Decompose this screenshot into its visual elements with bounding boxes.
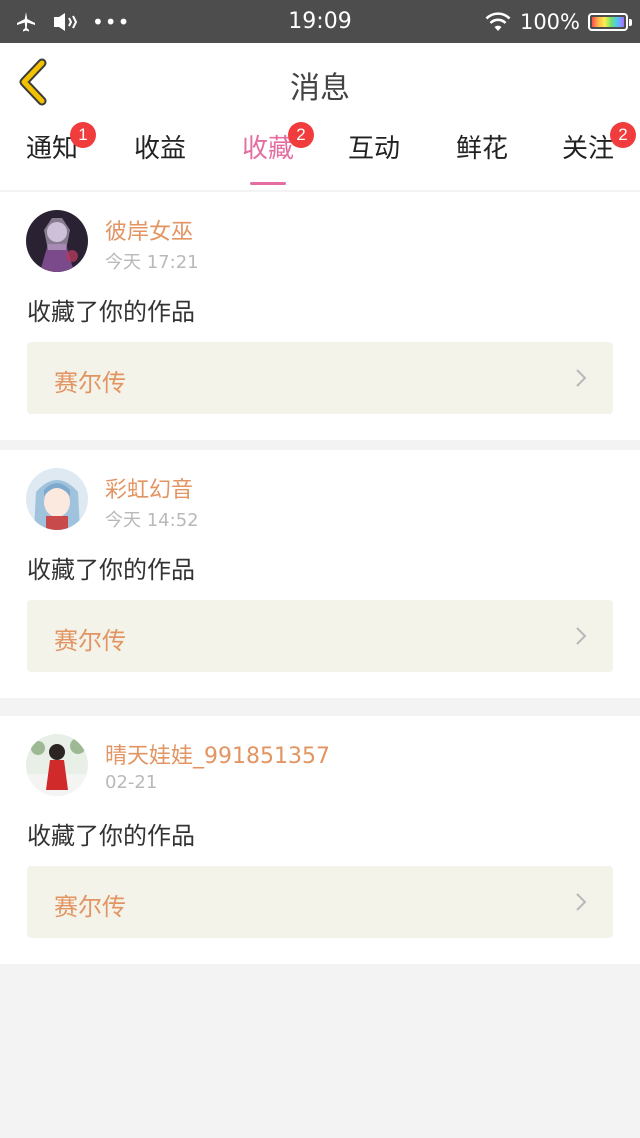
work-title: 赛尔传: [54, 369, 126, 397]
avatar[interactable]: [26, 734, 88, 796]
wifi-icon: [485, 11, 511, 31]
username[interactable]: 彩虹幻音: [105, 472, 193, 504]
tab-label: 鲜花: [456, 134, 509, 164]
username[interactable]: 晴天娃娃_991851357: [105, 738, 330, 770]
page-title: 消息: [290, 71, 350, 106]
tab-flowers[interactable]: 鲜花: [456, 130, 508, 180]
tab-bar: 通知 1 收益 收藏 2 互动 鲜花 关注 2: [0, 120, 640, 190]
tab-earnings[interactable]: 收益: [134, 130, 186, 180]
airplane-mode-icon: [17, 11, 35, 31]
tab-follows[interactable]: 关注 2: [562, 122, 636, 180]
work-title: 赛尔传: [54, 627, 126, 655]
message-card: 彩虹幻音 今天 14:52 收藏了你的作品 赛尔传: [0, 450, 640, 698]
timestamp: 今天 17:21: [105, 252, 199, 273]
unread-badge: 1: [70, 122, 96, 148]
battery-level: [592, 16, 624, 27]
work-link[interactable]: 赛尔传: [27, 866, 613, 938]
avatar-image: [26, 734, 88, 796]
work-link[interactable]: 赛尔传: [27, 342, 613, 414]
avatar[interactable]: [26, 468, 88, 530]
status-bar: ••• 19:09 100%: [0, 0, 640, 43]
status-right: 100%: [484, 10, 640, 34]
tab-label: 收益: [134, 134, 187, 164]
active-tab-indicator: [250, 182, 286, 185]
avatar[interactable]: [26, 210, 88, 272]
tab-label: 互动: [348, 134, 401, 164]
unread-badge: 2: [610, 122, 636, 148]
timestamp: 今天 14:52: [105, 510, 199, 531]
chevron-right-icon: [576, 893, 587, 911]
username[interactable]: 彼岸女巫: [105, 214, 193, 246]
vibrate-mode-icon: [54, 12, 78, 31]
tab-favorites[interactable]: 收藏 2: [242, 122, 314, 185]
chevron-right-icon: [576, 369, 587, 387]
action-text: 收藏了你的作品: [27, 298, 195, 326]
action-text: 收藏了你的作品: [27, 556, 195, 584]
timestamp: 02-21: [105, 772, 158, 793]
avatar-image: [26, 468, 88, 530]
battery-percent: 100%: [519, 9, 580, 34]
chevron-right-icon: [576, 627, 587, 645]
message-card: 晴天娃娃_991851357 02-21 收藏了你的作品 赛尔传: [0, 716, 640, 964]
status-left: •••: [0, 10, 130, 34]
tab-label: 收藏: [242, 134, 295, 164]
work-title: 赛尔传: [54, 893, 126, 921]
more-notifications-icon: •••: [92, 9, 131, 34]
avatar-image: [26, 210, 88, 272]
tab-interactions[interactable]: 互动: [348, 130, 400, 180]
tab-notifications[interactable]: 通知 1: [26, 122, 96, 180]
work-link[interactable]: 赛尔传: [27, 600, 613, 672]
nav-bar: 消息: [0, 43, 640, 121]
unread-badge: 2: [288, 122, 314, 148]
tab-label: 关注: [562, 134, 615, 164]
battery-icon: [588, 12, 632, 31]
message-card: 彼岸女巫 今天 17:21 收藏了你的作品 赛尔传: [0, 192, 640, 440]
action-text: 收藏了你的作品: [27, 822, 195, 850]
